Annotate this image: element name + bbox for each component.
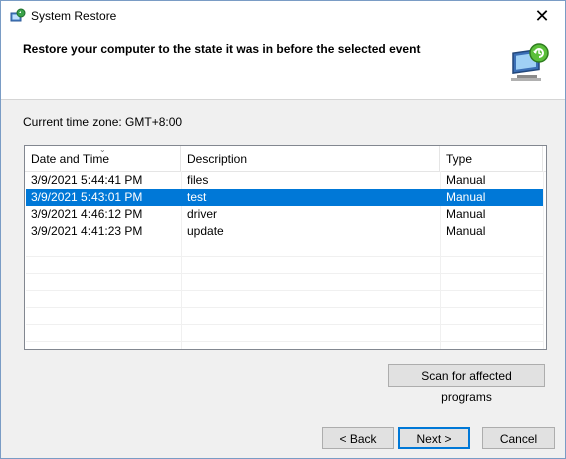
column-header-description-label: Description bbox=[187, 152, 248, 166]
system-restore-window: System Restore ✕ Restore your computer t… bbox=[0, 0, 566, 459]
restore-points-list[interactable]: Date and Time ⌄ Description Type 3/9/202… bbox=[24, 145, 547, 350]
cell-date: 3/9/2021 4:41:23 PM bbox=[31, 224, 143, 238]
cell-description: test bbox=[187, 190, 207, 204]
empty-row bbox=[26, 240, 543, 257]
empty-row bbox=[26, 291, 543, 308]
cell-type: Manual bbox=[446, 224, 486, 238]
cancel-button[interactable]: Cancel bbox=[482, 427, 555, 449]
table-row[interactable]: 3/9/2021 5:44:41 PM files Manual bbox=[26, 172, 543, 189]
timezone-label: Current time zone: GMT+8:00 bbox=[23, 115, 183, 129]
empty-row bbox=[26, 257, 543, 274]
cell-description: files bbox=[187, 173, 209, 187]
system-restore-app-icon bbox=[10, 8, 26, 24]
system-restore-computer-icon bbox=[507, 40, 551, 84]
back-button[interactable]: < Back bbox=[322, 427, 394, 449]
page-title: Restore your computer to the state it wa… bbox=[23, 42, 421, 56]
column-header-description[interactable]: Description bbox=[181, 146, 440, 171]
cell-type: Manual bbox=[446, 190, 486, 204]
empty-row bbox=[26, 274, 543, 291]
cell-type: Manual bbox=[446, 207, 486, 221]
next-button[interactable]: Next > bbox=[398, 427, 470, 449]
cell-date: 3/9/2021 5:43:01 PM bbox=[31, 190, 143, 204]
empty-row bbox=[26, 325, 543, 342]
list-header: Date and Time ⌄ Description Type bbox=[25, 146, 546, 172]
cell-description: driver bbox=[187, 207, 218, 221]
cell-date: 3/9/2021 4:46:12 PM bbox=[31, 207, 143, 221]
column-header-type[interactable]: Type bbox=[440, 146, 543, 171]
column-header-type-label: Type bbox=[446, 152, 473, 166]
title-bar[interactable]: System Restore ✕ bbox=[1, 1, 565, 32]
wizard-header: Restore your computer to the state it wa… bbox=[1, 32, 565, 99]
footer-divider bbox=[1, 410, 565, 411]
close-icon[interactable]: ✕ bbox=[519, 1, 565, 32]
sort-descending-icon: ⌄ bbox=[99, 145, 106, 154]
cell-date: 3/9/2021 5:44:41 PM bbox=[31, 173, 143, 187]
table-row[interactable]: 3/9/2021 4:46:12 PM driver Manual bbox=[26, 206, 543, 223]
empty-row bbox=[26, 308, 543, 325]
cell-type: Manual bbox=[446, 173, 486, 187]
column-header-date-label: Date and Time bbox=[31, 152, 110, 166]
window-title: System Restore bbox=[31, 9, 117, 23]
table-row-selected[interactable]: 3/9/2021 5:43:01 PM test Manual bbox=[26, 189, 543, 206]
table-row[interactable]: 3/9/2021 4:41:23 PM update Manual bbox=[26, 223, 543, 240]
cell-description: update bbox=[187, 224, 224, 238]
column-divider bbox=[543, 171, 544, 349]
header-divider bbox=[1, 99, 565, 100]
scan-affected-programs-button[interactable]: Scan for affected programs bbox=[388, 364, 545, 404]
